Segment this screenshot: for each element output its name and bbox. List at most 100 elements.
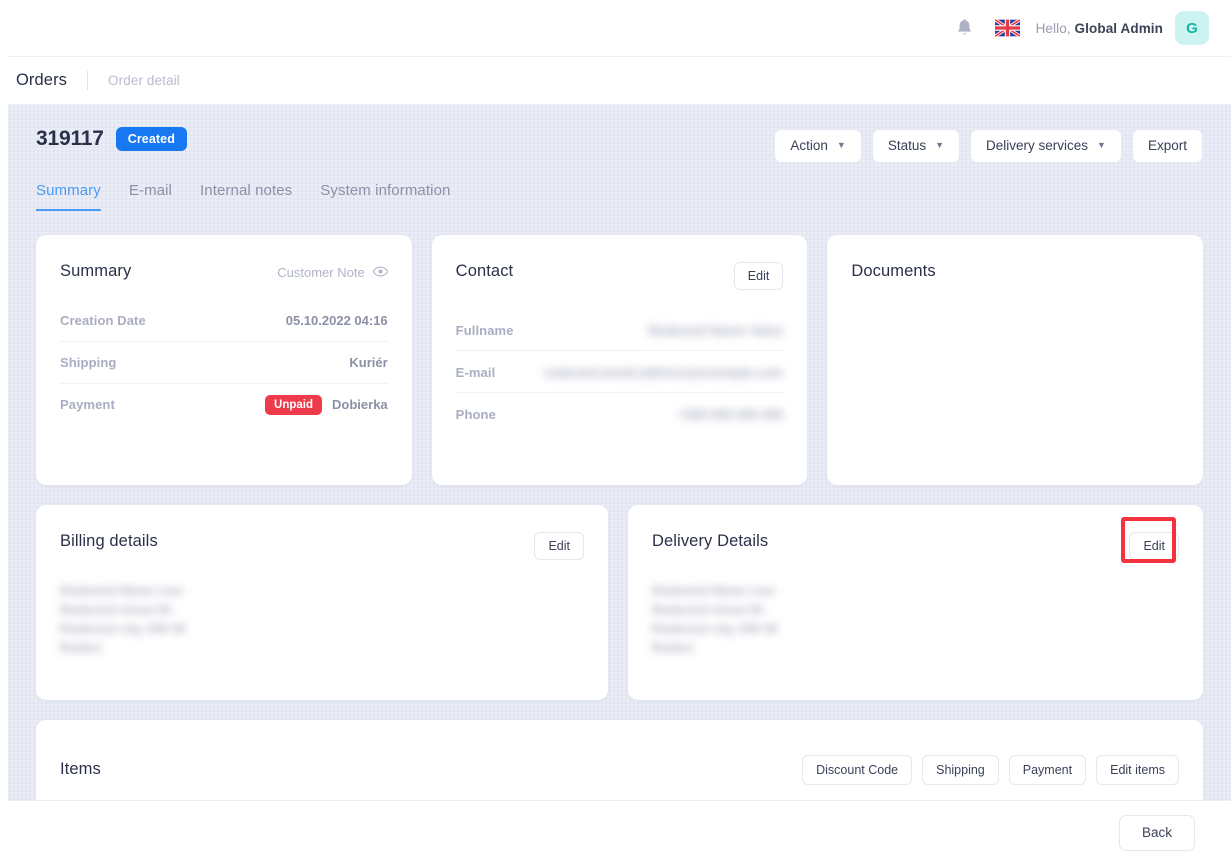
row-label: Creation Date [60, 312, 146, 328]
customer-note-label: Customer Note [277, 264, 365, 280]
row-label: Payment [60, 397, 115, 412]
documents-card: Documents [827, 234, 1204, 485]
action-dropdown-label: Action [790, 138, 828, 153]
order-header: 319117 Created Action ▼ Status ▼ Deliver… [36, 105, 1203, 163]
export-button[interactable]: Export [1131, 129, 1203, 163]
row-label: E-mail [455, 364, 496, 380]
address-line: Redacted city, 000 00 [652, 622, 778, 636]
action-dropdown-button[interactable]: Action ▼ [774, 129, 862, 163]
summary-row-shipping: Shipping Kuriér [60, 342, 388, 384]
items-card-title: Items [60, 760, 101, 779]
delivery-card-header: Delivery Details Edit [628, 505, 1203, 560]
tab-summary[interactable]: Summary [36, 182, 101, 211]
address-line: Redacted street 00 [652, 603, 764, 617]
cards-row-top: Summary Customer Note Creation Date 05.1… [36, 234, 1204, 485]
payment-button[interactable]: Payment [1008, 754, 1087, 785]
page-content: 319117 Created Action ▼ Status ▼ Deliver… [8, 105, 1231, 800]
row-value-redacted: redacted.email.address@example.com [543, 364, 784, 380]
tab-system-information[interactable]: System information [320, 182, 450, 211]
billing-edit-button[interactable]: Edit [534, 531, 584, 560]
contact-card: Contact Edit Fullname Redacted Name Valu… [431, 234, 808, 485]
greeting-text: Hello, Global Admin [1036, 21, 1163, 36]
row-value: 05.10.2022 04:16 [285, 312, 388, 328]
address-line: Redacted Name Line [60, 584, 183, 598]
row-value-redacted: +000 000 000 000 [678, 406, 784, 422]
documents-card-title: Documents [851, 261, 936, 280]
delivery-address-block: Redacted Name Line Redacted street 00 Re… [628, 560, 1203, 658]
unpaid-badge: Unpaid [265, 394, 323, 415]
breadcrumb-divider [87, 71, 89, 90]
items-action-buttons: Discount Code Shipping Payment Edit item… [802, 754, 1179, 785]
row-value: Kuriér [349, 354, 388, 370]
billing-address-block: Redacted Name Line Redacted street 00 Re… [36, 560, 608, 658]
row-label: Shipping [60, 354, 117, 370]
summary-row-creation-date: Creation Date 05.10.2022 04:16 [60, 300, 388, 342]
contact-row-email: E-mail redacted.email.address@example.co… [455, 351, 784, 393]
row-value: Dobierka [332, 397, 388, 412]
uk-flag-icon[interactable] [994, 19, 1020, 37]
user-name: Global Admin [1074, 20, 1163, 36]
address-line: Redacted city, 000 00 [60, 622, 186, 636]
status-dropdown-label: Status [887, 138, 927, 153]
billing-card-title: Billing details [60, 531, 158, 550]
back-button[interactable]: Back [1118, 815, 1195, 851]
chevron-down-icon: ▼ [935, 140, 945, 151]
breadcrumb: Orders Order detail [8, 57, 1231, 105]
contact-edit-button[interactable]: Edit [733, 261, 784, 290]
status-dropdown-button[interactable]: Status ▼ [871, 129, 961, 163]
discount-code-button[interactable]: Discount Code [802, 754, 913, 785]
order-action-buttons: Action ▼ Status ▼ Delivery services ▼ Ex… [774, 127, 1203, 163]
top-header-bar: Hello, Global Admin G [8, 0, 1231, 57]
shipping-button[interactable]: Shipping [922, 754, 999, 785]
address-line: Redacted Name Line [652, 584, 775, 598]
tab-internal-notes[interactable]: Internal notes [200, 182, 292, 211]
order-tabs: Summary E-mail Internal notes System inf… [36, 182, 1203, 211]
address-line: Redact [652, 641, 694, 655]
summary-row-payment: Payment Unpaid Dobierka [60, 384, 388, 426]
chevron-down-icon: ▼ [1097, 140, 1106, 151]
bell-icon[interactable] [952, 15, 978, 41]
status-badge: Created [115, 127, 187, 151]
delivery-services-dropdown-label: Delivery services [986, 138, 1089, 153]
app-root: Hello, Global Admin G Orders Order detai… [0, 0, 1231, 865]
summary-card-header: Summary Customer Note [36, 235, 412, 281]
address-line: Redact [60, 641, 102, 655]
delivery-details-card: Delivery Details Edit Redacted Name Line… [628, 504, 1203, 700]
contact-card-title: Contact [455, 261, 514, 280]
billing-card-header: Billing details Edit [36, 505, 608, 560]
contact-row-fullname: Fullname Redacted Name Value [455, 309, 784, 351]
delivery-edit-button[interactable]: Edit [1129, 531, 1179, 560]
contact-row-phone: Phone +000 000 000 000 [456, 393, 784, 435]
items-card: Items Discount Code Shipping Payment Edi… [36, 719, 1203, 800]
page-title: 319117 [36, 127, 104, 150]
tab-email[interactable]: E-mail [129, 182, 172, 211]
summary-card: Summary Customer Note Creation Date 05.1… [36, 234, 412, 485]
contact-card-header: Contact Edit [432, 235, 808, 290]
documents-card-header: Documents [827, 235, 1203, 281]
sidebar-rail [0, 0, 8, 865]
customer-note-toggle[interactable]: Customer Note [277, 262, 389, 280]
breadcrumb-order-detail[interactable]: Order detail [108, 73, 180, 88]
summary-rows: Creation Date 05.10.2022 04:16 Shipping … [36, 300, 412, 426]
breadcrumb-orders[interactable]: Orders [16, 71, 67, 90]
row-label: Phone [455, 406, 496, 422]
chevron-down-icon: ▼ [836, 140, 846, 151]
order-id-group: 319117 Created [36, 127, 187, 151]
row-value-group: Unpaid Dobierka [265, 394, 388, 415]
address-line: Redacted street 00 [60, 603, 172, 617]
edit-items-button[interactable]: Edit items [1096, 754, 1179, 785]
row-value-redacted: Redacted Name Value [648, 322, 784, 338]
items-card-header: Items Discount Code Shipping Payment Edi… [36, 720, 1203, 785]
cards-row-middle: Billing details Edit Redacted Name Line … [36, 504, 1203, 700]
billing-details-card: Billing details Edit Redacted Name Line … [36, 504, 608, 700]
avatar[interactable]: G [1175, 11, 1209, 45]
greeting-prefix: Hello, [1035, 20, 1071, 36]
footer-bar: Back [8, 800, 1231, 865]
eye-icon [372, 265, 389, 280]
summary-card-title: Summary [60, 261, 132, 280]
delivery-services-dropdown-button[interactable]: Delivery services ▼ [970, 129, 1122, 163]
contact-rows: Fullname Redacted Name Value E-mail reda… [432, 309, 808, 435]
row-label: Fullname [455, 322, 514, 338]
main-region: Hello, Global Admin G Orders Order detai… [8, 0, 1231, 865]
delivery-card-title: Delivery Details [652, 531, 769, 550]
